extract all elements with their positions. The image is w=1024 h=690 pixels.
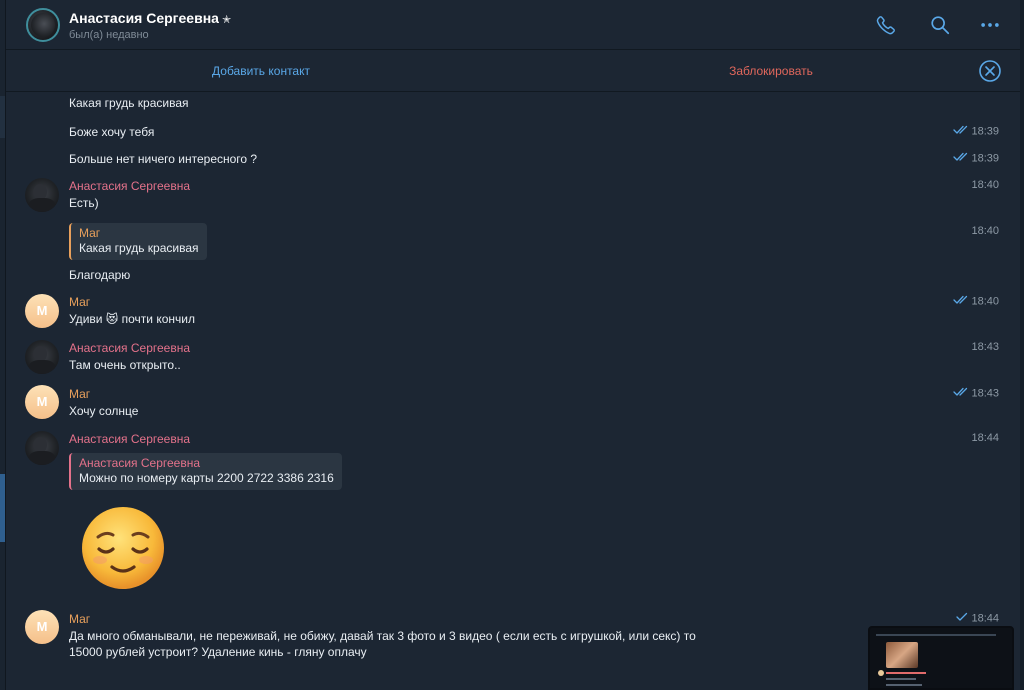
message-time: 18:40 — [971, 179, 999, 191]
message-text: Боже хочу тебя — [69, 125, 155, 139]
more-icon[interactable] — [979, 14, 1001, 36]
message-time: 18:39 — [953, 152, 999, 165]
chat-list-selected-edge[interactable] — [0, 474, 5, 542]
double-check-icon — [953, 387, 968, 400]
sender-avatar[interactable]: М — [25, 385, 59, 419]
screenshot-thumbnail[interactable] — [868, 626, 1014, 690]
chat-header: Анастасия Сергеевна ✭ был(а) недавно — [6, 0, 1020, 50]
message-text: Благодарю — [69, 268, 131, 282]
close-icon[interactable] — [978, 59, 1002, 83]
sender-avatar[interactable] — [25, 431, 59, 465]
message-text: Там очень открыто.. — [69, 358, 181, 372]
message-time-text: 18:39 — [971, 125, 999, 138]
message-text: Удиви 😻 почти кончил — [69, 312, 195, 326]
reply-sender: Маг — [79, 226, 101, 240]
contact-action-bar: Добавить контакт Заблокировать — [6, 50, 1020, 92]
sender-avatar[interactable]: М — [25, 610, 59, 644]
sender-name[interactable]: Анастасия Сергеевна — [69, 179, 190, 193]
reply-sender: Анастасия Сергеевна — [79, 456, 201, 470]
contact-status: был(а) недавно — [69, 29, 149, 41]
message-time: 18:43 — [971, 341, 999, 353]
double-check-icon — [953, 295, 968, 308]
reply-quote[interactable]: Маг Какая грудь красивая — [69, 223, 207, 260]
reply-text: Можно по номеру карты 2200 2722 3386 231… — [79, 471, 334, 485]
sender-name[interactable]: Маг — [69, 612, 90, 626]
reply-text: Какая грудь красивая — [79, 241, 199, 255]
sender-name[interactable]: Маг — [69, 295, 90, 309]
message-time: 18:44 — [971, 432, 999, 444]
message-text: Больше нет ничего интересного ? — [69, 152, 258, 166]
message-time: 18:40 — [953, 295, 999, 308]
message-time: 18:39 — [953, 125, 999, 138]
reply-quote[interactable]: Анастасия Сергеевна Можно по номеру карт… — [69, 453, 342, 490]
sender-avatar[interactable] — [25, 340, 59, 374]
message-time-text: 18:43 — [971, 387, 999, 400]
double-check-icon — [953, 152, 968, 165]
message-time: 18:40 — [971, 225, 999, 237]
message-text: Хочу солнце — [69, 404, 139, 418]
search-icon[interactable] — [929, 14, 951, 36]
message-list[interactable]: Какая грудь красивая Боже хочу тебя 18:3… — [6, 92, 1020, 690]
contact-avatar[interactable] — [26, 8, 60, 42]
contact-name[interactable]: Анастасия Сергеевна ✭ — [69, 10, 231, 26]
message-time-text: 18:44 — [971, 612, 999, 625]
message-time-text: 18:39 — [971, 152, 999, 165]
block-user-button[interactable]: Заблокировать — [516, 50, 1024, 92]
message-time-text: 18:40 — [971, 295, 999, 308]
sender-avatar[interactable] — [25, 178, 59, 212]
sender-name[interactable]: Анастасия Сергеевна — [69, 432, 190, 446]
premium-star-icon: ✭ — [221, 14, 232, 26]
sender-avatar[interactable]: М — [25, 294, 59, 328]
double-check-icon — [953, 125, 968, 138]
telegram-window: Анастасия Сергеевна ✭ был(а) недавно Доба… — [0, 0, 1024, 690]
contact-name-text: Анастасия Сергеевна — [69, 10, 219, 26]
message-time: 18:43 — [953, 387, 999, 400]
relieved-face-sticker[interactable] — [80, 505, 166, 591]
message-time: 18:44 — [956, 612, 999, 625]
message-text: Есть) — [69, 196, 99, 210]
message-text: Да много обманывали, не переживай, не об… — [69, 629, 696, 659]
sender-name[interactable]: Анастасия Сергеевна — [69, 341, 190, 355]
sender-name[interactable]: Маг — [69, 387, 90, 401]
add-contact-button[interactable]: Добавить контакт — [6, 50, 516, 92]
chat-list-item-edge[interactable] — [0, 96, 5, 138]
window-edge — [1020, 0, 1024, 690]
check-icon — [956, 612, 968, 625]
phone-icon[interactable] — [875, 14, 897, 36]
message-text: Какая грудь красивая — [69, 96, 189, 110]
